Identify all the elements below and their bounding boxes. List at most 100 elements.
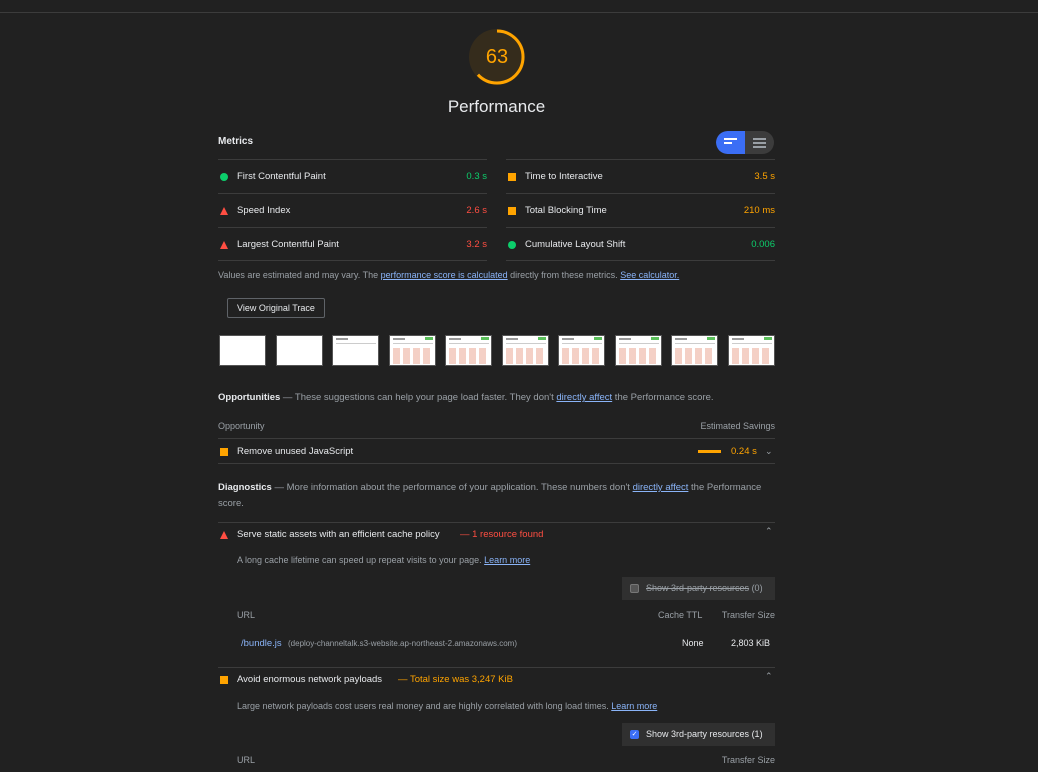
metric-label: Largest Contentful Paint	[237, 239, 339, 250]
filmstrip-frame	[501, 335, 549, 366]
diagnostics-desc: — More information about the performance…	[271, 482, 633, 493]
savings-value: 0.24 s	[731, 446, 757, 457]
resource-host: (deploy-channeltalk.s3-website.ap-northe…	[288, 639, 517, 648]
metric-value: 0.006	[751, 239, 775, 250]
third-party-count: (0)	[751, 583, 763, 593]
third-party-label: Show 3rd-party resources (0)	[646, 583, 763, 593]
disclaimer-text: Values are estimated and may vary. The	[218, 270, 381, 280]
url-column-header: URL	[237, 755, 256, 765]
average-square-icon	[220, 448, 228, 456]
filmstrip-frame	[388, 335, 436, 366]
average-square-icon	[220, 676, 228, 684]
metrics-column-right: Time to Interactive 3.5 s Total Blocking…	[506, 159, 775, 261]
third-party-checkbox[interactable]: ✓	[630, 730, 639, 739]
diagnostics-heading: Diagnostics — More information about the…	[218, 480, 775, 512]
metric-value: 2.6 s	[466, 205, 487, 216]
audit-description: Large network payloads cost users real m…	[237, 701, 657, 711]
compact-view-button[interactable]	[716, 131, 745, 154]
directly-affect-link[interactable]: directly affect	[633, 482, 689, 493]
metrics-view-toggle[interactable]	[716, 131, 774, 154]
see-calculator-link[interactable]: See calculator.	[620, 270, 679, 280]
third-party-checkbox[interactable]	[630, 584, 639, 593]
metric-total-blocking-time: Total Blocking Time 210 ms	[506, 193, 775, 227]
metric-largest-contentful-paint: Largest Contentful Paint 3.2 s	[218, 227, 487, 261]
transfer-size-column-header: Transfer Size	[721, 755, 775, 765]
savings-bar	[698, 450, 721, 453]
table-row: /bundle.js (deploy-channeltalk.s3-websit…	[218, 632, 775, 656]
chevron-up-icon[interactable]: ⌃	[765, 526, 773, 537]
metric-label: Time to Interactive	[525, 171, 603, 182]
third-party-filter[interactable]: ✓ Show 3rd-party resources (1)	[622, 723, 775, 746]
metric-label: First Contentful Paint	[237, 171, 326, 182]
filmstrip-frame	[445, 335, 492, 366]
savings-column-header: Estimated Savings	[700, 421, 775, 431]
transfer-size-value: 2,803 KiB	[730, 638, 770, 648]
filmstrip-frame	[275, 335, 323, 366]
view-original-trace-button[interactable]: View Original Trace	[227, 298, 325, 318]
filmstrip-frame	[727, 335, 775, 366]
top-divider	[0, 12, 1038, 13]
category-title: Performance	[447, 97, 546, 116]
expanded-view-button[interactable]	[745, 131, 774, 154]
learn-more-link[interactable]: Learn more	[484, 555, 530, 565]
metrics-disclaimer: Values are estimated and may vary. The p…	[218, 270, 679, 280]
pass-circle-icon	[508, 241, 516, 249]
opportunity-column-header: Opportunity	[218, 421, 265, 431]
metric-cumulative-layout-shift: Cumulative Layout Shift 0.006	[506, 227, 775, 261]
filmstrip-frame	[671, 335, 718, 366]
diagnostics-title: Diagnostics	[218, 482, 272, 493]
pass-circle-icon	[220, 173, 228, 181]
audit-network-payloads[interactable]: Avoid enormous network payloads — Total …	[218, 667, 775, 691]
audit-cache-policy[interactable]: Serve static assets with an efficient ca…	[218, 522, 775, 546]
url-column-header: URL	[237, 610, 256, 620]
audit-desc-text: Large network payloads cost users real m…	[237, 701, 609, 711]
metric-time-to-interactive: Time to Interactive 3.5 s	[506, 159, 775, 193]
metric-label: Total Blocking Time	[525, 205, 607, 216]
fail-triangle-icon	[220, 241, 228, 249]
metrics-heading: Metrics	[218, 136, 254, 147]
chevron-down-icon[interactable]: ⌄	[765, 446, 773, 457]
disclaimer-text: directly from these metrics.	[507, 270, 621, 280]
chevron-up-icon[interactable]: ⌃	[765, 671, 773, 682]
resource-url-link[interactable]: /bundle.js	[241, 638, 282, 649]
opportunity-label: Remove unused JavaScript	[237, 446, 354, 457]
audit-desc-text: A long cache lifetime can speed up repea…	[237, 555, 482, 565]
opportunities-heading: Opportunities — These suggestions can he…	[218, 390, 775, 406]
metric-value: 3.5 s	[754, 171, 775, 182]
opportunities-desc: — These suggestions can help your page l…	[280, 392, 557, 403]
metric-speed-index: Speed Index 2.6 s	[218, 193, 487, 227]
metric-value: 210 ms	[743, 205, 775, 216]
score-gauge: 63	[468, 28, 526, 86]
third-party-filter[interactable]: Show 3rd-party resources (0)	[622, 577, 775, 600]
metric-value: 0.3 s	[466, 171, 487, 182]
filmstrip-frame	[558, 335, 605, 366]
directly-affect-link[interactable]: directly affect	[556, 392, 612, 403]
fail-triangle-icon	[220, 207, 228, 215]
opportunities-title: Opportunities	[218, 392, 281, 403]
third-party-count: (1)	[751, 729, 763, 739]
learn-more-link[interactable]: Learn more	[611, 701, 657, 711]
audit-label: Avoid enormous network payloads	[237, 674, 383, 685]
metric-value: 3.2 s	[466, 239, 487, 250]
audit-description: A long cache lifetime can speed up repea…	[237, 555, 530, 565]
metrics-column-left: First Contentful Paint 0.3 s Speed Index…	[218, 159, 487, 261]
average-square-icon	[508, 207, 516, 215]
opportunities-desc: the Performance score.	[612, 392, 714, 403]
audit-label: Serve static assets with an efficient ca…	[237, 529, 440, 540]
metric-first-contentful-paint: First Contentful Paint 0.3 s	[218, 159, 487, 193]
metric-label: Speed Index	[237, 205, 291, 216]
third-party-label: Show 3rd-party resources (1)	[646, 729, 763, 739]
third-party-text: Show 3rd-party resources	[646, 729, 750, 739]
average-square-icon	[508, 173, 516, 181]
filmstrip-frame	[219, 335, 266, 366]
score-calculated-link[interactable]: performance score is calculated	[381, 270, 508, 280]
filmstrip	[219, 335, 775, 366]
filmstrip-frame	[614, 335, 662, 366]
opportunity-row[interactable]: Remove unused JavaScript 0.24 s ⌄	[218, 438, 775, 464]
audit-display-value: — Total size was 3,247 KiB	[398, 674, 513, 685]
filmstrip-frame	[332, 335, 379, 366]
cache-ttl-column-header: Cache TTL	[658, 610, 703, 620]
long-lines-icon	[753, 138, 766, 150]
short-lines-icon	[724, 138, 737, 146]
cache-ttl-value: None	[682, 638, 704, 648]
